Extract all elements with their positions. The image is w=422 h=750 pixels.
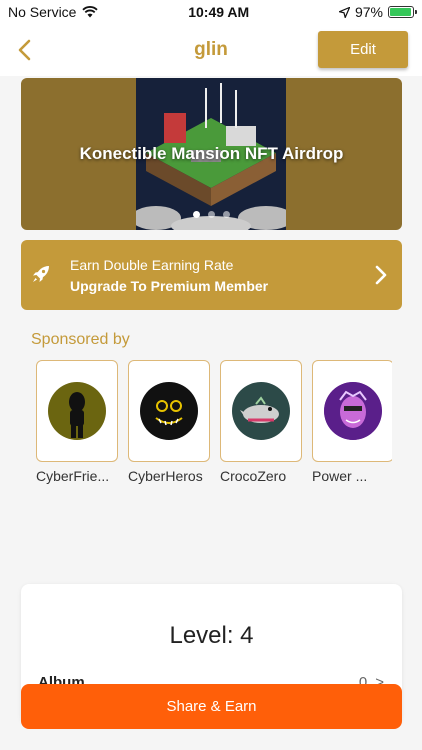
carousel-dot[interactable] <box>208 211 215 218</box>
sponsor-item[interactable]: CyberHeros <box>128 360 210 484</box>
status-bar: No Service 10:49 AM 97% <box>0 0 422 24</box>
battery-fill <box>389 8 412 16</box>
carousel-dot[interactable] <box>193 211 200 218</box>
carrier-label: No Service <box>8 4 77 20</box>
battery-icon <box>387 6 417 18</box>
sponsors-list[interactable]: CyberFrie... CyberHeros CrocoZero Power … <box>36 360 392 490</box>
sponsor-name: Power ... <box>312 468 368 484</box>
sponsor-name: CyberFrie... <box>36 468 110 484</box>
page-title: glin <box>194 39 228 60</box>
banner-title: Konectible Mansion NFT Airdrop <box>79 144 344 163</box>
sponsor-item[interactable]: CrocoZero <box>220 360 302 484</box>
battery-percent: 97% <box>354 4 383 20</box>
sponsor-card[interactable] <box>220 360 302 462</box>
sponsor-card[interactable] <box>312 360 392 462</box>
location-arrow-icon <box>338 6 350 18</box>
sponsor-avatar <box>232 382 290 440</box>
sponsor-name: CyberHeros <box>128 468 203 484</box>
sponsor-item[interactable]: CyberFrie... <box>36 360 118 484</box>
sponsor-avatar <box>140 382 198 440</box>
sponsor-avatar <box>48 382 106 440</box>
status-time: 10:49 AM <box>188 4 250 20</box>
nav-bar: glin Edit <box>0 24 422 76</box>
sponsored-heading: Sponsored by <box>31 331 130 348</box>
sponsor-card[interactable] <box>36 360 118 462</box>
carousel-dot[interactable] <box>223 211 230 218</box>
back-button[interactable] <box>12 36 36 64</box>
carousel-dots <box>21 211 402 218</box>
level-label: Level: 4 <box>169 622 254 649</box>
sponsor-card[interactable] <box>128 360 210 462</box>
edit-button[interactable]: Edit <box>318 31 408 68</box>
premium-upgrade-banner[interactable]: Earn Double Earning Rate Upgrade To Prem… <box>21 240 402 310</box>
premium-title: Upgrade To Premium Member <box>70 278 269 294</box>
share-earn-button[interactable]: Share & Earn <box>21 684 402 729</box>
sponsor-item[interactable]: Power ... <box>312 360 392 484</box>
status-left: No Service <box>8 4 99 20</box>
status-right: 97% <box>338 4 417 20</box>
airdrop-banner[interactable]: Konectible Mansion NFT Airdrop <box>21 78 402 230</box>
rocket-icon <box>33 266 49 282</box>
chevron-left-icon <box>18 39 31 61</box>
premium-subtitle: Earn Double Earning Rate <box>70 257 234 273</box>
wifi-icon <box>82 6 99 18</box>
sponsor-avatar <box>324 382 382 440</box>
chevron-right-icon <box>375 265 387 285</box>
sponsor-name: CrocoZero <box>220 468 287 484</box>
